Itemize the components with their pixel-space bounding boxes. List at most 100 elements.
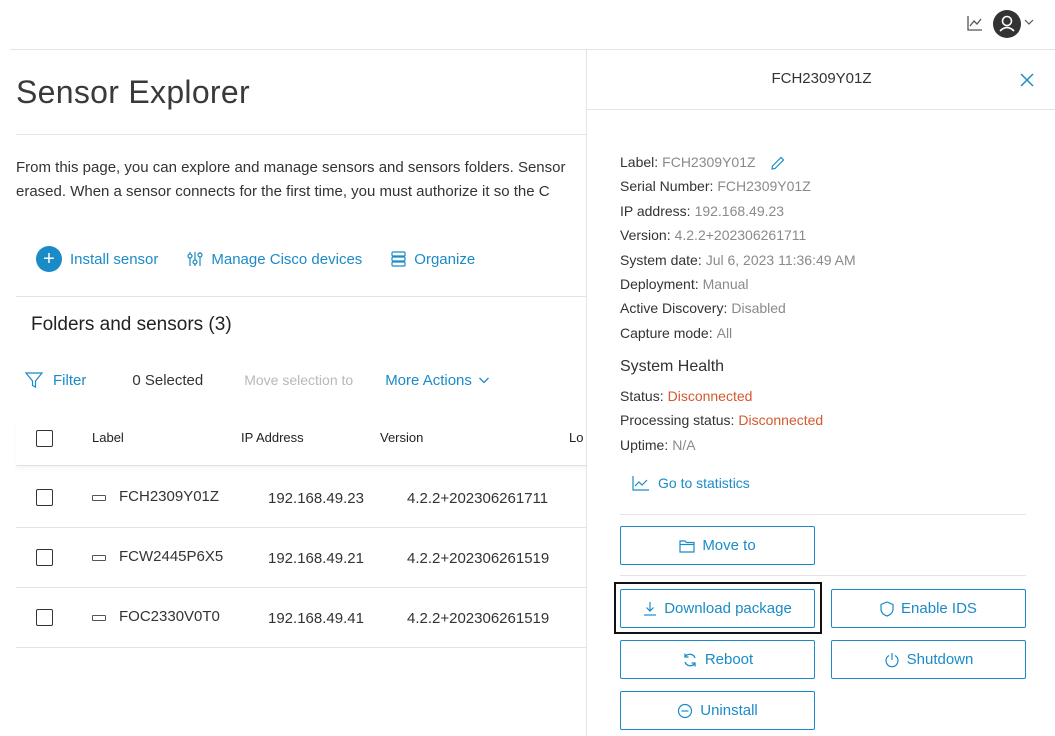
description-line: From this page, you can explore and mana… [16,159,566,176]
page-description: From this page, you can explore and mana… [16,156,586,204]
filter-label: Filter [53,371,87,389]
install-sensor-button[interactable]: + Install sensor [36,246,158,272]
sensor-info: Label: FCH2309Y01Z Serial Number: FCH2309Y… [620,150,856,345]
row-checkbox[interactable] [36,549,53,566]
selected-count: 0 Selected [132,371,204,389]
row-ip-address: 192.168.49.23 [268,490,364,507]
chevron-down-icon[interactable] [1023,16,1035,28]
panel-title: FCH2309Y01Z [771,70,872,87]
minus-circle-icon [678,703,693,718]
row-label: FCH2309Y01Z [119,488,220,505]
info-date-row: System date: Jul 6, 2023 11:36:49 AM [620,248,856,272]
health-processing-row: Processing status: Disconnected [620,408,823,432]
reboot-label: Reboot [704,651,754,668]
manage-cisco-devices-label: Manage Cisco devices [211,250,363,268]
filter-button[interactable]: Filter [24,370,86,390]
row-ip-address: 192.168.49.21 [268,550,364,567]
uninstall-label: Uninstall [700,702,758,719]
manage-cisco-devices-button[interactable]: Manage Cisco devices [186,250,362,268]
more-actions-label: More Actions [385,371,472,389]
info-value: Disabled [731,300,786,317]
column-header-version[interactable]: Version [380,430,423,445]
info-label-row: Label: FCH2309Y01Z [620,150,856,174]
description-line: erased. When a sensor connects for the f… [16,183,550,200]
info-value: Manual [702,276,749,293]
info-version-row: Version: 4.2.2+202306261711 [620,223,856,247]
table-row[interactable]: FOC2330V0T0 192.168.49.41 4.2.2+20230626… [16,588,586,648]
reboot-button[interactable]: Reboot [620,640,815,679]
health-status-row: Status: Disconnected [620,384,823,408]
info-key: Label: [620,154,659,170]
shutdown-button[interactable]: Shutdown [831,640,1026,679]
info-key: Capture mode: [620,324,713,341]
move-selection-button[interactable]: Move selection to [244,372,353,388]
health-key: Status: [620,388,664,404]
enable-ids-label: Enable IDS [901,600,977,617]
system-health-title: System Health [620,358,725,375]
info-key: Version: [620,227,671,244]
sensor-icon [92,615,106,621]
chevron-down-icon [478,377,489,384]
info-value: FCH2309Y01Z [662,154,756,170]
row-ip-address: 192.168.49.41 [268,610,364,627]
enable-ids-button[interactable]: Enable IDS [831,589,1026,628]
download-package-button[interactable]: Download package [620,589,815,628]
info-serial-row: Serial Number: FCH2309Y01Z [620,174,856,198]
info-key: Serial Number: [620,178,714,195]
more-actions-button[interactable]: More Actions [385,372,490,389]
plus-icon: + [36,246,62,272]
table-row[interactable]: FCH2309Y01Z 192.168.49.23 4.2.2+20230626… [16,468,586,528]
column-header-location[interactable]: Lo [569,430,583,445]
row-checkbox[interactable] [36,489,53,506]
refresh-icon [684,653,696,666]
row-label: FCW2445P6X5 [119,548,224,565]
uninstall-button[interactable]: Uninstall [620,691,815,730]
user-icon [999,15,1015,32]
column-header-label[interactable]: Label [92,430,124,445]
table-row[interactable]: FCW2445P6X5 192.168.49.21 4.2.2+20230626… [16,528,586,588]
go-to-statistics-link[interactable]: Go to statistics [632,475,750,491]
divider [16,296,586,297]
sensor-icon [92,495,106,501]
pencil-icon[interactable] [769,155,786,172]
user-avatar[interactable] [993,10,1021,38]
status-value: Disconnected [667,388,753,404]
divider [620,575,1026,576]
info-discovery-row: Active Discovery: Disabled [620,296,856,320]
stats-icon [632,476,649,491]
filter-icon [24,372,44,388]
divider [587,109,1055,110]
devices-icon [187,252,203,266]
select-all-checkbox[interactable] [36,430,53,447]
organize-button[interactable]: Organize [390,250,475,268]
info-value: FCH2309Y01Z [717,178,811,195]
table-header: Label IP Address Version Lo [16,420,586,466]
health-uptime-row: Uptime: N/A [620,433,823,457]
power-icon [885,652,899,667]
go-to-statistics-label: Go to statistics [658,475,750,491]
close-icon[interactable] [1019,72,1035,88]
info-value: 4.2.2+202306261711 [674,227,807,244]
stats-icon[interactable] [966,14,984,32]
row-checkbox[interactable] [36,609,53,626]
column-header-ip-address[interactable]: IP Address [241,430,304,445]
info-value: Jul 6, 2023 11:36:49 AM [705,251,856,268]
row-version: 4.2.2+202306261711 [407,490,549,507]
divider [16,134,586,135]
info-capture-row: Capture mode: All [620,321,856,345]
info-key: Deployment: [620,276,699,293]
move-to-button[interactable]: Move to [620,526,815,565]
shutdown-label: Shutdown [906,651,974,668]
row-version: 4.2.2+202306261519 [407,610,550,627]
info-ip-row: IP address: 192.168.49.23 [620,199,856,223]
health-key: Uptime: [620,436,669,453]
info-value: 192.168.49.23 [694,202,785,219]
folder-icon [679,539,695,553]
sensor-icon [92,555,106,561]
info-deployment-row: Deployment: Manual [620,272,856,296]
download-icon [644,602,657,616]
sensor-detail-panel: FCH2309Y01Z Label: FCH2309Y01Z Serial Num… [586,50,1055,736]
uptime-value: N/A [672,436,696,453]
page-title: Sensor Explorer [16,74,250,110]
info-value: All [716,324,733,341]
